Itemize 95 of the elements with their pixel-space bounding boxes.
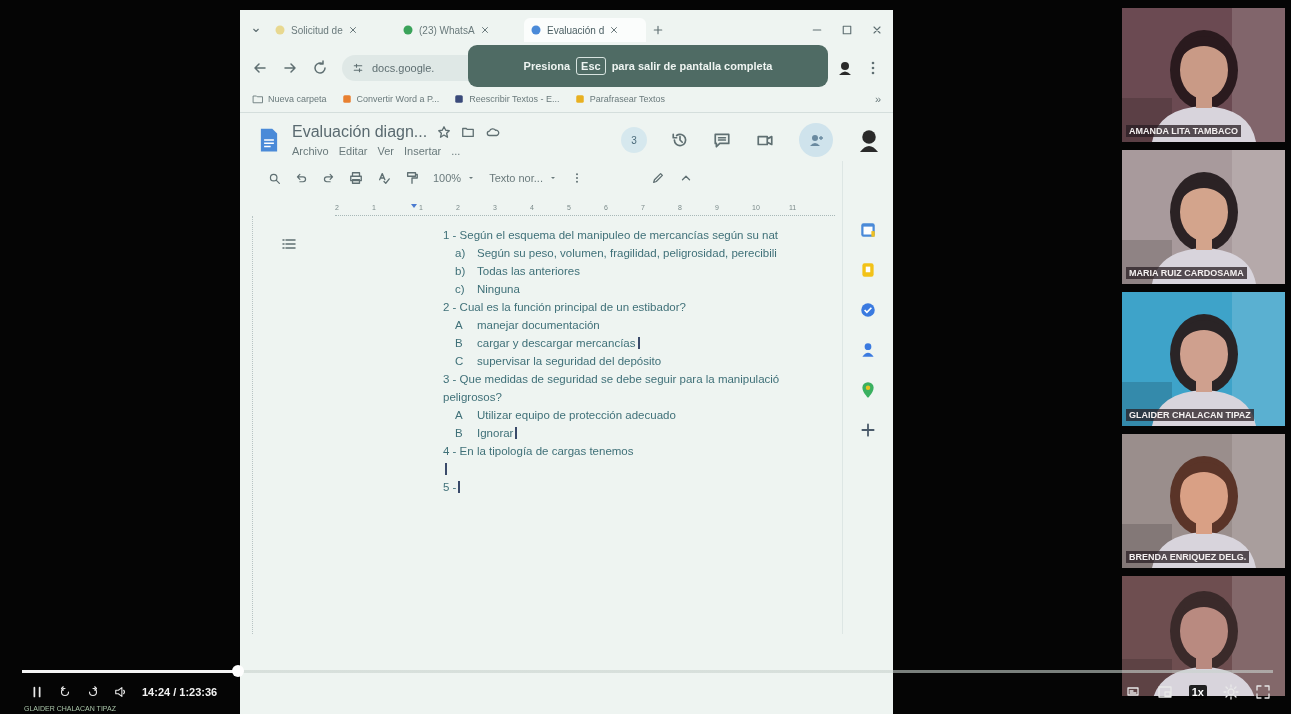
reload-icon[interactable] (312, 60, 328, 76)
undo-icon[interactable] (295, 171, 308, 185)
share-button[interactable] (799, 123, 833, 157)
option-marker: C (455, 355, 465, 367)
add-person-icon (808, 132, 824, 148)
star-icon[interactable] (437, 125, 452, 139)
tasks-icon[interactable] (859, 301, 877, 319)
bookmark[interactable]: Parafrasear Textos (573, 93, 665, 105)
option-text: Ignorar (477, 427, 514, 439)
participant-name: MARIA RUIZ CARDOSAMA (1126, 267, 1247, 279)
browser-tab[interactable]: Solicitud de (268, 18, 390, 42)
participant-name: AMANDA LITA TAMBACO (1126, 125, 1241, 137)
toast-text: para salir de pantalla completa (611, 60, 773, 72)
document-title[interactable]: Evaluación diagn... (292, 123, 428, 141)
menu-item[interactable]: Ver (377, 145, 394, 157)
menu-item[interactable]: ... (451, 145, 461, 157)
question-text: 2 - Cual es la función principal de un estibador? (443, 301, 686, 313)
option-marker: a) (455, 247, 467, 259)
comment-icon[interactable] (713, 131, 731, 149)
browser-tab[interactable]: (23) WhatsA (396, 18, 518, 42)
folder-icon[interactable] (461, 125, 476, 139)
playback-time: 14:24 / 1:23:36 (142, 686, 218, 698)
bookmark[interactable]: Reescribir Textos - E... (453, 93, 560, 105)
option-text: supervisar la seguridad del depósito (477, 355, 662, 367)
url-text: docs.google. (372, 62, 435, 74)
option-text: Todas las anteriores (477, 265, 580, 277)
bookmark[interactable]: Nueva carpeta (252, 93, 327, 105)
menu-item[interactable]: Insertar (403, 145, 442, 157)
bookmark-icon (573, 93, 586, 105)
redo-icon[interactable] (322, 171, 335, 185)
pencil-icon[interactable] (650, 171, 665, 185)
playback-speed[interactable]: 1x (1188, 685, 1207, 699)
history-icon[interactable] (671, 131, 689, 149)
bookmark-icon (340, 93, 353, 105)
search-icon[interactable] (268, 171, 281, 185)
cloud-icon[interactable] (485, 125, 502, 139)
key-label: Esc (576, 57, 606, 75)
option-text: Según su peso, volumen, fragilidad, peligrosidad, perecibili (477, 247, 777, 259)
caret-icon (467, 174, 476, 182)
close-icon[interactable] (479, 25, 490, 35)
bookmarks-overflow[interactable]: » (874, 93, 881, 105)
participant-name: BRENDA ENRIQUEZ DELG. (1126, 551, 1250, 563)
option-marker: B (455, 427, 464, 439)
option-marker: c) (455, 283, 466, 295)
volume-icon[interactable] (114, 685, 128, 699)
option-marker: A (455, 409, 464, 421)
tab-favicon-icon (530, 24, 542, 36)
option-marker: A (455, 319, 464, 331)
style-select[interactable]: Texto nor... (489, 172, 557, 184)
print-icon[interactable] (349, 171, 363, 185)
rewind-icon[interactable] (58, 685, 72, 699)
new-tab-icon[interactable] (652, 24, 664, 36)
maximize-icon[interactable] (841, 24, 853, 36)
question-text: 4 - En la tipología de cargas tenemos (443, 445, 634, 457)
question-text: peligrosos? (443, 391, 502, 403)
forward-icon[interactable] (282, 60, 298, 76)
option-text: Ninguna (477, 283, 520, 295)
folder-icon (252, 93, 264, 105)
bookmark-icon (453, 93, 466, 105)
close-icon[interactable] (609, 25, 620, 35)
calendar-icon[interactable] (859, 221, 877, 239)
question-text: 1 - Según el esquema del manipuleo de mercancías según su nat (443, 229, 778, 241)
question-text: 5 - (443, 481, 457, 493)
option-text: cargar y descargar mercancías (477, 337, 636, 349)
close-icon[interactable] (871, 24, 883, 36)
outline-icon[interactable] (281, 236, 297, 252)
back-icon[interactable] (252, 60, 268, 76)
option-text: Utilizar equipo de protección adecuado (477, 409, 676, 421)
option-marker: b) (455, 265, 467, 277)
map-pin-icon[interactable] (859, 381, 877, 399)
collaborator-badge[interactable]: 3 (621, 127, 647, 153)
paint-format-icon[interactable] (405, 171, 419, 185)
picture-in-picture-icon[interactable] (1156, 684, 1173, 700)
avatar-icon[interactable] (837, 60, 853, 76)
toast-text: Presiona (523, 60, 571, 72)
zoom-select[interactable]: 100% (433, 172, 476, 184)
spellcheck-icon[interactable] (377, 171, 391, 185)
option-marker: B (455, 337, 464, 349)
account-icon[interactable] (857, 128, 881, 152)
settings-icon[interactable] (1223, 684, 1239, 700)
menu-item[interactable]: Editar (338, 145, 368, 157)
bookmark[interactable]: Convertir Word a P... (340, 93, 440, 105)
close-icon[interactable] (347, 25, 358, 35)
fast-forward-icon[interactable] (86, 685, 100, 699)
tab-favicon-icon (274, 24, 286, 36)
menu-item[interactable]: Archivo (292, 145, 329, 157)
question-text: 3 - Que medidas de seguridad se debe seguir para la manipulació (443, 373, 780, 385)
fullscreen-icon[interactable] (1255, 684, 1271, 700)
option-text: manejar documentación (477, 319, 600, 331)
site-settings-icon[interactable] (352, 62, 364, 74)
tab-favicon-icon (402, 24, 414, 36)
progress-thumb[interactable] (232, 665, 245, 677)
participant-name: GLAIDER CHALACAN TIPAZ (1126, 409, 1254, 421)
add-icon[interactable] (859, 421, 877, 439)
browser-tab[interactable]: Evaluación d (524, 18, 646, 42)
